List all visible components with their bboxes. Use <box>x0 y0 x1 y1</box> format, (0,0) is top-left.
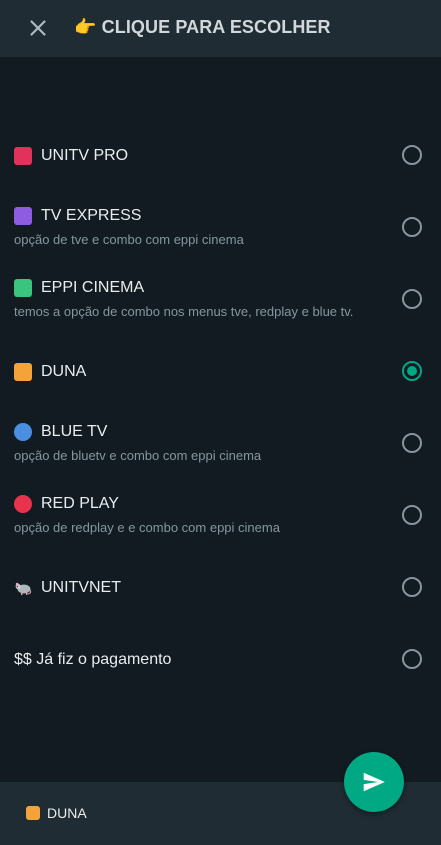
option-ja-fiz-pagamento[interactable]: $$ Já fiz o pagamento <box>0 631 441 695</box>
title-text: CLIQUE PARA ESCOLHER <box>101 17 331 37</box>
header-bar: 👉 CLIQUE PARA ESCOLHER <box>0 0 441 57</box>
close-icon <box>30 20 46 36</box>
orange-square-icon <box>14 363 32 381</box>
radio-button[interactable] <box>402 217 422 237</box>
option-unitvnet[interactable]: UNITVNET <box>0 559 441 623</box>
orange-square-icon <box>26 806 40 820</box>
option-tv-express[interactable]: TV EXPRESS opção de tve e combo com eppi… <box>0 199 441 263</box>
red-circle-icon <box>14 495 32 513</box>
pointing-hand-icon: 👉 <box>74 17 97 37</box>
radio-button[interactable] <box>402 433 422 453</box>
page-title: 👉 CLIQUE PARA ESCOLHER <box>74 17 331 38</box>
option-label: EPPI CINEMA <box>41 279 145 296</box>
blue-circle-icon <box>14 423 32 441</box>
option-red-play[interactable]: RED PLAY opção de redplay e e combo com … <box>0 487 441 551</box>
option-duna[interactable]: DUNA <box>0 343 441 407</box>
selected-option-preview: DUNA <box>26 805 87 821</box>
radio-button[interactable] <box>402 145 422 165</box>
radio-button[interactable] <box>402 577 422 597</box>
option-unitv-pro[interactable]: UNITV PRO <box>0 127 441 191</box>
radio-button[interactable] <box>402 289 422 309</box>
red-square-icon <box>14 147 32 165</box>
option-blue-tv[interactable]: BLUE TV opção de bluetv e combo com eppi… <box>0 415 441 479</box>
selected-option-label: DUNA <box>47 805 87 821</box>
send-icon <box>363 772 385 792</box>
option-eppi-cinema[interactable]: EPPI CINEMA temos a opção de combo nos m… <box>0 271 441 335</box>
radio-button-selected[interactable] <box>402 361 422 381</box>
option-label: $$ Já fiz o pagamento <box>14 651 172 668</box>
option-label: UNITV PRO <box>41 147 129 164</box>
option-label: TV EXPRESS <box>41 207 142 224</box>
option-description: opção de redplay e e combo com eppi cine… <box>14 520 280 535</box>
option-label: UNITVNET <box>41 579 121 596</box>
radio-button[interactable] <box>402 505 422 525</box>
option-description: opção de bluetv e combo com eppi cinema <box>14 448 262 463</box>
purple-square-icon <box>14 207 32 225</box>
rat-icon <box>14 579 32 597</box>
option-label: DUNA <box>41 363 87 380</box>
send-button[interactable] <box>344 752 404 812</box>
green-square-icon <box>14 279 32 297</box>
radio-button[interactable] <box>402 649 422 669</box>
option-label: BLUE TV <box>41 423 108 440</box>
option-description: opção de tve e combo com eppi cinema <box>14 232 244 247</box>
option-label: RED PLAY <box>41 495 119 512</box>
close-button[interactable] <box>26 16 50 40</box>
option-description: temos a opção de combo nos menus tve, re… <box>14 304 354 319</box>
